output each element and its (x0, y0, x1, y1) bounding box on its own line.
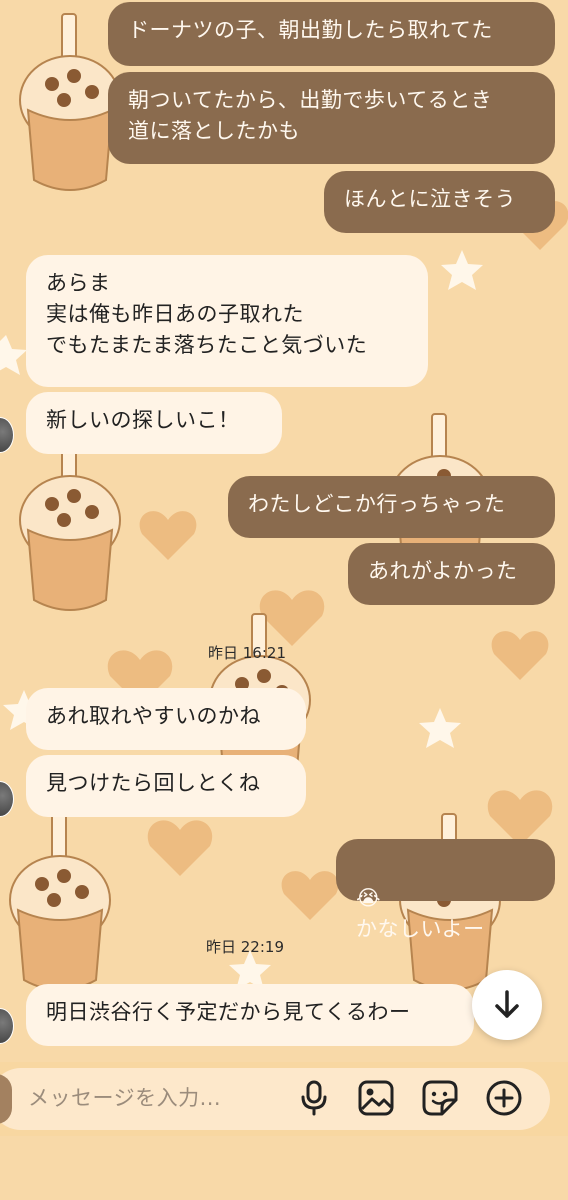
microphone-button[interactable] (294, 1078, 334, 1118)
arrow-down-icon (495, 990, 519, 1018)
message-bubble-incoming[interactable]: あらま 実は俺も昨日あの子取れた でもたまたま落ちたこと気づいた (26, 255, 428, 387)
avatar[interactable] (0, 417, 14, 453)
message-bubble-incoming[interactable]: 明日渋谷行く予定だから見てくるわー (26, 984, 474, 1046)
more-options-button[interactable] (484, 1078, 524, 1118)
message-bubble-outgoing[interactable]: あれがよかった (348, 543, 555, 605)
image-icon (358, 1080, 394, 1116)
timestamp: 昨日 22:19 (206, 938, 284, 956)
message-input-placeholder: メッセージを入力... (28, 1086, 222, 1110)
message-bubble-outgoing[interactable]: わたしどこか行っちゃった (228, 476, 555, 538)
microphone-icon (301, 1080, 327, 1116)
message-bubble-outgoing[interactable]: ほんとに泣きそう (324, 171, 555, 233)
crying-face-emoji: 😭 (356, 886, 382, 910)
scroll-to-bottom-button[interactable] (472, 970, 542, 1040)
message-bubble-outgoing[interactable]: 朝ついてたから、出勤で歩いてるとき 道に落としたかも (108, 72, 555, 164)
plus-circle-icon (486, 1080, 522, 1116)
message-bubble-outgoing[interactable]: 😭 かなしいよー (336, 839, 555, 941)
message-bubble-incoming[interactable]: 見つけたら回しとくね (26, 755, 306, 817)
message-bubble-outgoing[interactable]: ドーナツの子、朝出勤したら取れてた (108, 2, 555, 66)
avatar[interactable] (0, 781, 14, 817)
message-bubble-incoming[interactable]: 新しいの探しいこ！ (26, 392, 282, 454)
gallery-button[interactable] (356, 1078, 396, 1118)
message-bubble-incoming[interactable]: あれ取れやすいのかね (26, 688, 306, 750)
sticker-button[interactable] (420, 1078, 460, 1118)
avatar[interactable] (0, 1008, 14, 1044)
chat-thread: ドーナツの子、朝出勤したら取れてた 朝ついてたから、出勤で歩いてるとき 道に落と… (0, 0, 568, 1200)
timestamp: 昨日 16:21 (208, 644, 286, 662)
message-text: かなしいよー (356, 917, 485, 941)
sticker-icon (422, 1080, 458, 1116)
